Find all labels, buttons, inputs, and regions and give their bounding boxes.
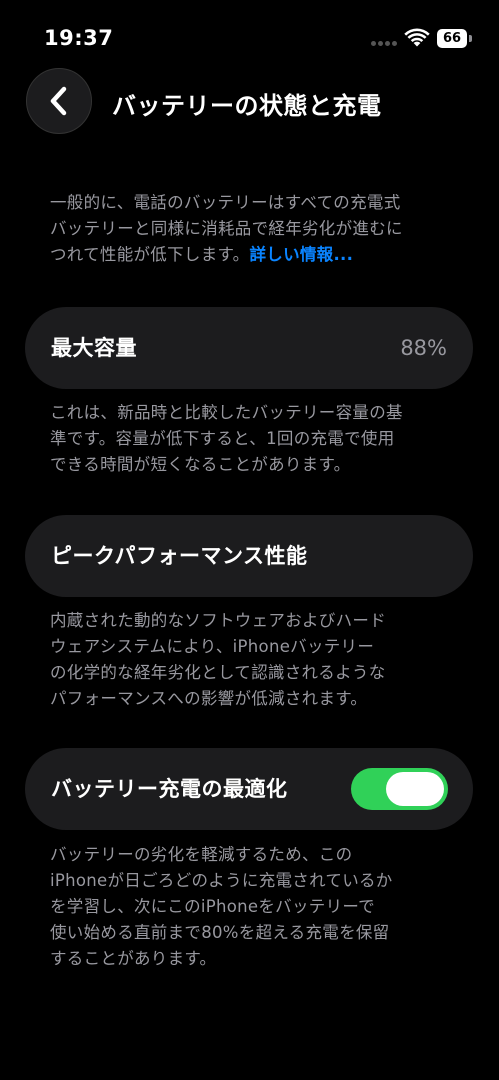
battery-level: 66 [437, 29, 467, 48]
page-title: バッテリーの状態と充電 [112, 92, 382, 120]
intro-line: バッテリーと同様に消耗品で経年劣化が進むに [50, 219, 403, 238]
description-line: 使い始める直前まで80%を超える充電を保留 [50, 923, 390, 942]
peak-performance-label: ピークパフォーマンス性能 [51, 544, 308, 568]
intro-line: 一般的に、電話のバッテリーはすべての充電式 [50, 193, 401, 212]
back-button[interactable] [26, 68, 92, 134]
status-bar: 19:37 66 [0, 0, 499, 60]
description-line: することがあります。 [50, 949, 217, 968]
max-capacity-description: これは、新品時と比較したバッテリー容量の基 準です。容量が低下すると、1回の充電… [50, 400, 460, 478]
description-line: ウェアシステムにより、iPhoneバッテリー [50, 637, 375, 656]
max-capacity-row: 最大容量 88% [25, 307, 473, 389]
intro-line: つれて性能が低下します。詳しい情報... [50, 242, 460, 268]
learn-more-link[interactable]: 詳しい情報... [249, 245, 353, 264]
description-line: できる時間が短くなることがあります。 [50, 455, 351, 474]
optimized-charging-row: バッテリー充電の最適化 [25, 748, 473, 830]
description-line: これは、新品時と比較したバッテリー容量の基 [50, 403, 403, 422]
peak-performance-row[interactable]: ピークパフォーマンス性能 [25, 515, 473, 597]
optimized-charging-label: バッテリー充電の最適化 [51, 777, 288, 801]
intro-line-text: つれて性能が低下します。 [50, 245, 250, 264]
description-line: 準です。容量が低下すると、1回の充電で使用 [50, 429, 395, 448]
optimized-charging-description: バッテリーの劣化を軽減するため、この iPhoneが日ごろどのように充電されてい… [50, 842, 460, 972]
optimized-charging-toggle[interactable] [351, 768, 448, 810]
max-capacity-value: 88% [400, 336, 447, 360]
description-line: 内蔵された動的なソフトウェアおよびハード [50, 611, 386, 630]
description-line: パフォーマンスへの影響が低減されます。 [50, 689, 368, 708]
description-line: を学習し、次にこのiPhoneをバッテリーで [50, 897, 375, 916]
peak-performance-description: 内蔵された動的なソフトウェアおよびハード ウェアシステムにより、iPhoneバッ… [50, 608, 460, 712]
intro-text: 一般的に、電話のバッテリーはすべての充電式 バッテリーと同様に消耗品で経年劣化が… [50, 190, 460, 268]
description-line: バッテリーの劣化を軽減するため、この [50, 845, 353, 864]
battery-icon: 66 [437, 29, 472, 48]
toggle-knob [386, 772, 444, 806]
description-line: iPhoneが日ごろどのように充電されているか [50, 871, 393, 890]
cellular-signal-icon [371, 41, 401, 47]
wifi-icon [404, 28, 430, 47]
description-line: の化学的な経年劣化として認識されるような [50, 663, 386, 682]
chevron-left-icon [50, 86, 67, 116]
max-capacity-label: 最大容量 [51, 336, 137, 360]
status-time: 19:37 [44, 26, 114, 50]
